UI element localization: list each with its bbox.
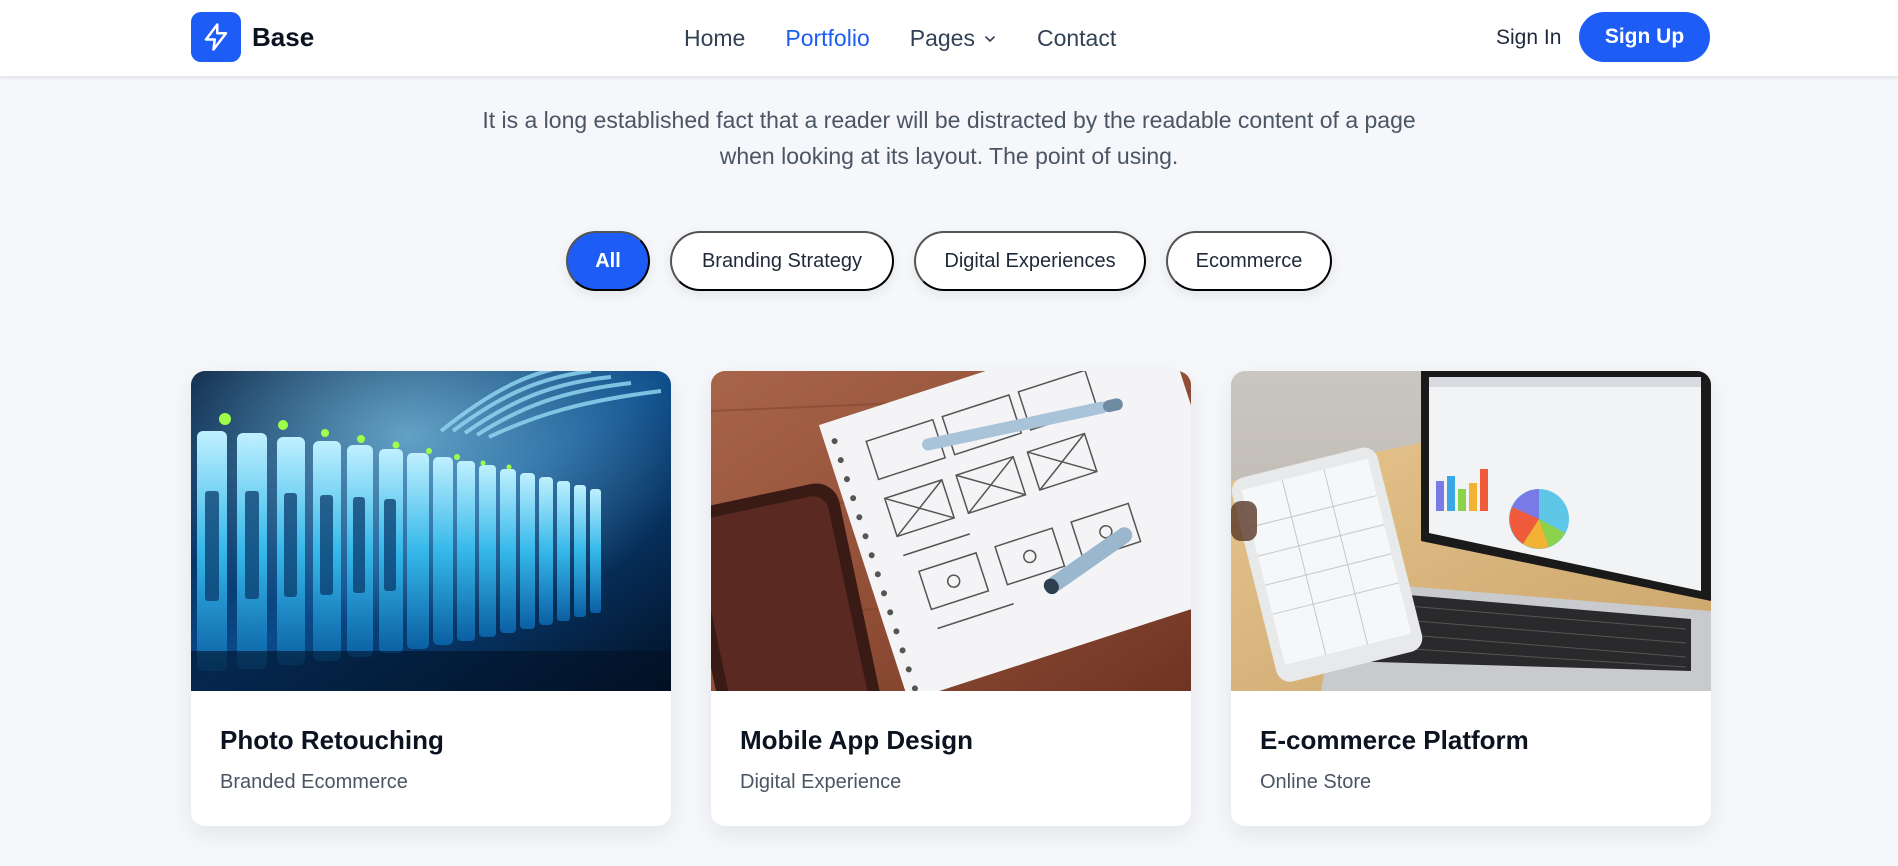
sign-in-link[interactable]: Sign In: [1496, 26, 1561, 50]
brand-name: Base: [252, 21, 315, 52]
card-subtitle: Online Store: [1260, 771, 1372, 793]
filter-digital-experiences[interactable]: Digital Experiences: [914, 231, 1146, 291]
portfolio-card[interactable]: Mobile App Design Digital Experience: [711, 371, 1191, 826]
filter-all[interactable]: All: [566, 231, 650, 291]
sign-up-button[interactable]: Sign Up: [1579, 12, 1710, 62]
description-line-1: It is a long established fact that a rea…: [482, 107, 1416, 133]
nav-item-portfolio[interactable]: Portfolio: [785, 25, 869, 52]
nav-item-pages-label: Pages: [909, 25, 975, 51]
server-rack-photo: [191, 371, 671, 691]
card-title: E-commerce Platform: [1260, 725, 1529, 755]
lightning-bolt-icon: [191, 12, 241, 62]
main-nav: Home Portfolio Pages Contact: [684, 0, 1156, 77]
card-title: Mobile App Design: [740, 725, 974, 755]
nav-item-pages[interactable]: Pages: [910, 25, 997, 52]
card-subtitle: Digital Experience: [740, 771, 902, 793]
portfolio-card[interactable]: Photo Retouching Branded Ecommerce: [191, 371, 671, 826]
laptop-dashboard-photo: [1231, 371, 1711, 691]
wireframe-sketch-photo: [711, 371, 1191, 691]
portfolio-card[interactable]: E-commerce Platform Online Store: [1231, 371, 1711, 826]
brand-logo[interactable]: Base: [191, 12, 314, 62]
card-title: Photo Retouching: [220, 725, 444, 755]
site-header: Base Home Portfolio Pages Contact Sign I…: [0, 0, 1898, 77]
filter-branding-strategy[interactable]: Branding Strategy: [670, 231, 894, 291]
section-description: It is a long established fact that a rea…: [449, 102, 1449, 174]
description-line-2: when looking at its layout. The point of…: [719, 143, 1179, 169]
nav-item-contact[interactable]: Contact: [1037, 25, 1116, 52]
portfolio-filter-tabs: All Branding Strategy Digital Experience…: [0, 231, 1898, 291]
filter-ecommerce[interactable]: Ecommerce: [1166, 231, 1332, 291]
nav-item-home[interactable]: Home: [684, 25, 745, 52]
card-subtitle: Branded Ecommerce: [220, 771, 408, 793]
chevron-down-icon: [985, 35, 995, 42]
